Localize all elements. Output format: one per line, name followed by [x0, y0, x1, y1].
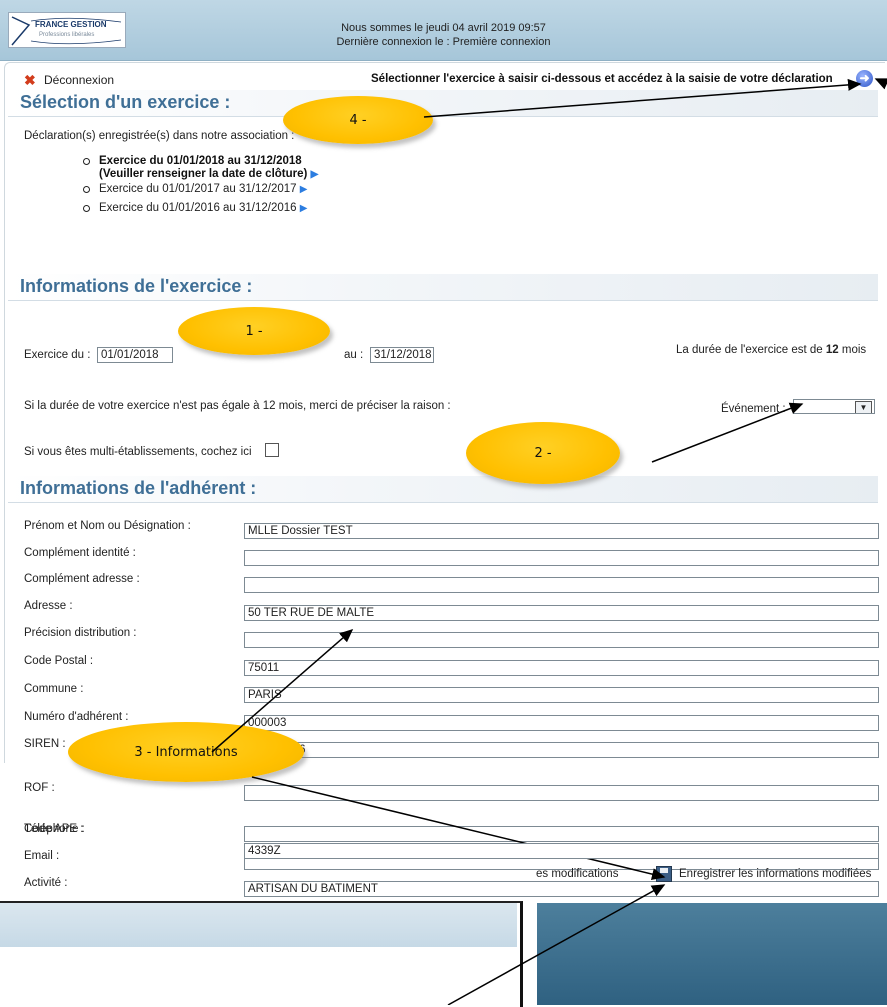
arrow-3a: [211, 629, 354, 753]
arrow-bottom: [447, 884, 666, 1005]
arrow-4: [423, 78, 862, 118]
arrow-2: [651, 402, 804, 463]
field-label: Code APE :: [24, 823, 84, 835]
arrow-4b: [874, 78, 887, 90]
arrow-3b: [251, 776, 666, 881]
ape-code-input[interactable]: 4339Z: [244, 843, 879, 859]
